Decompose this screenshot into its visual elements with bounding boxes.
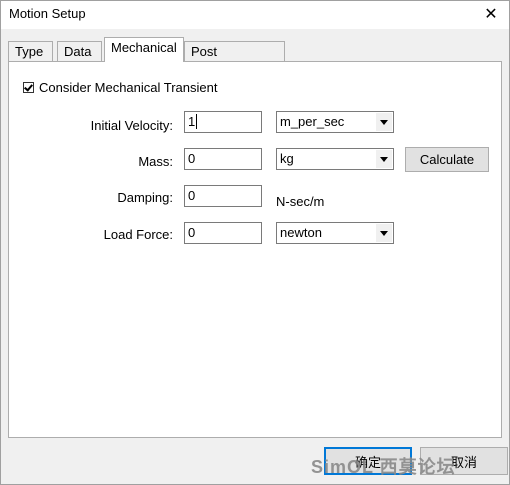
load-force-label: Load Force:	[103, 227, 173, 242]
motion-setup-dialog: Motion Setup ✕ Type Data Mechanical Post…	[0, 0, 510, 485]
tab-type[interactable]: Type	[8, 41, 53, 61]
calculate-button[interactable]: Calculate	[405, 147, 489, 172]
damping-input[interactable]: 0	[184, 185, 262, 207]
title-bar: Motion Setup ✕	[1, 1, 509, 29]
mass-label: Mass:	[138, 154, 173, 169]
damping-label: Damping:	[117, 190, 173, 205]
chevron-down-icon[interactable]	[376, 150, 392, 168]
mass-input[interactable]: 0	[184, 148, 262, 170]
consider-transient-label: Consider Mechanical Transient	[39, 80, 218, 95]
initial-velocity-unit-select[interactable]: m_per_sec	[276, 111, 394, 133]
consider-transient-checkbox[interactable]	[23, 82, 34, 93]
window-title: Motion Setup	[9, 6, 86, 21]
consider-transient-row[interactable]: Consider Mechanical Transient	[23, 80, 217, 95]
chevron-down-icon[interactable]	[376, 113, 392, 131]
initial-velocity-label: Initial Velocity:	[90, 118, 173, 133]
chevron-down-icon[interactable]	[376, 224, 392, 242]
initial-velocity-input[interactable]: 1	[184, 111, 262, 133]
tab-data[interactable]: Data	[57, 41, 102, 61]
tab-mechanical[interactable]: Mechanical	[104, 37, 184, 62]
damping-unit: N-sec/m	[276, 194, 325, 209]
load-force-unit-select[interactable]: newton	[276, 222, 394, 244]
watermark: SimOL 西莫论坛	[311, 457, 456, 477]
tab-post-processing[interactable]: Post Processing	[184, 41, 285, 74]
close-icon[interactable]: ✕	[481, 4, 501, 24]
load-force-input[interactable]: 0	[184, 222, 262, 244]
mass-unit-select[interactable]: kg	[276, 148, 394, 170]
